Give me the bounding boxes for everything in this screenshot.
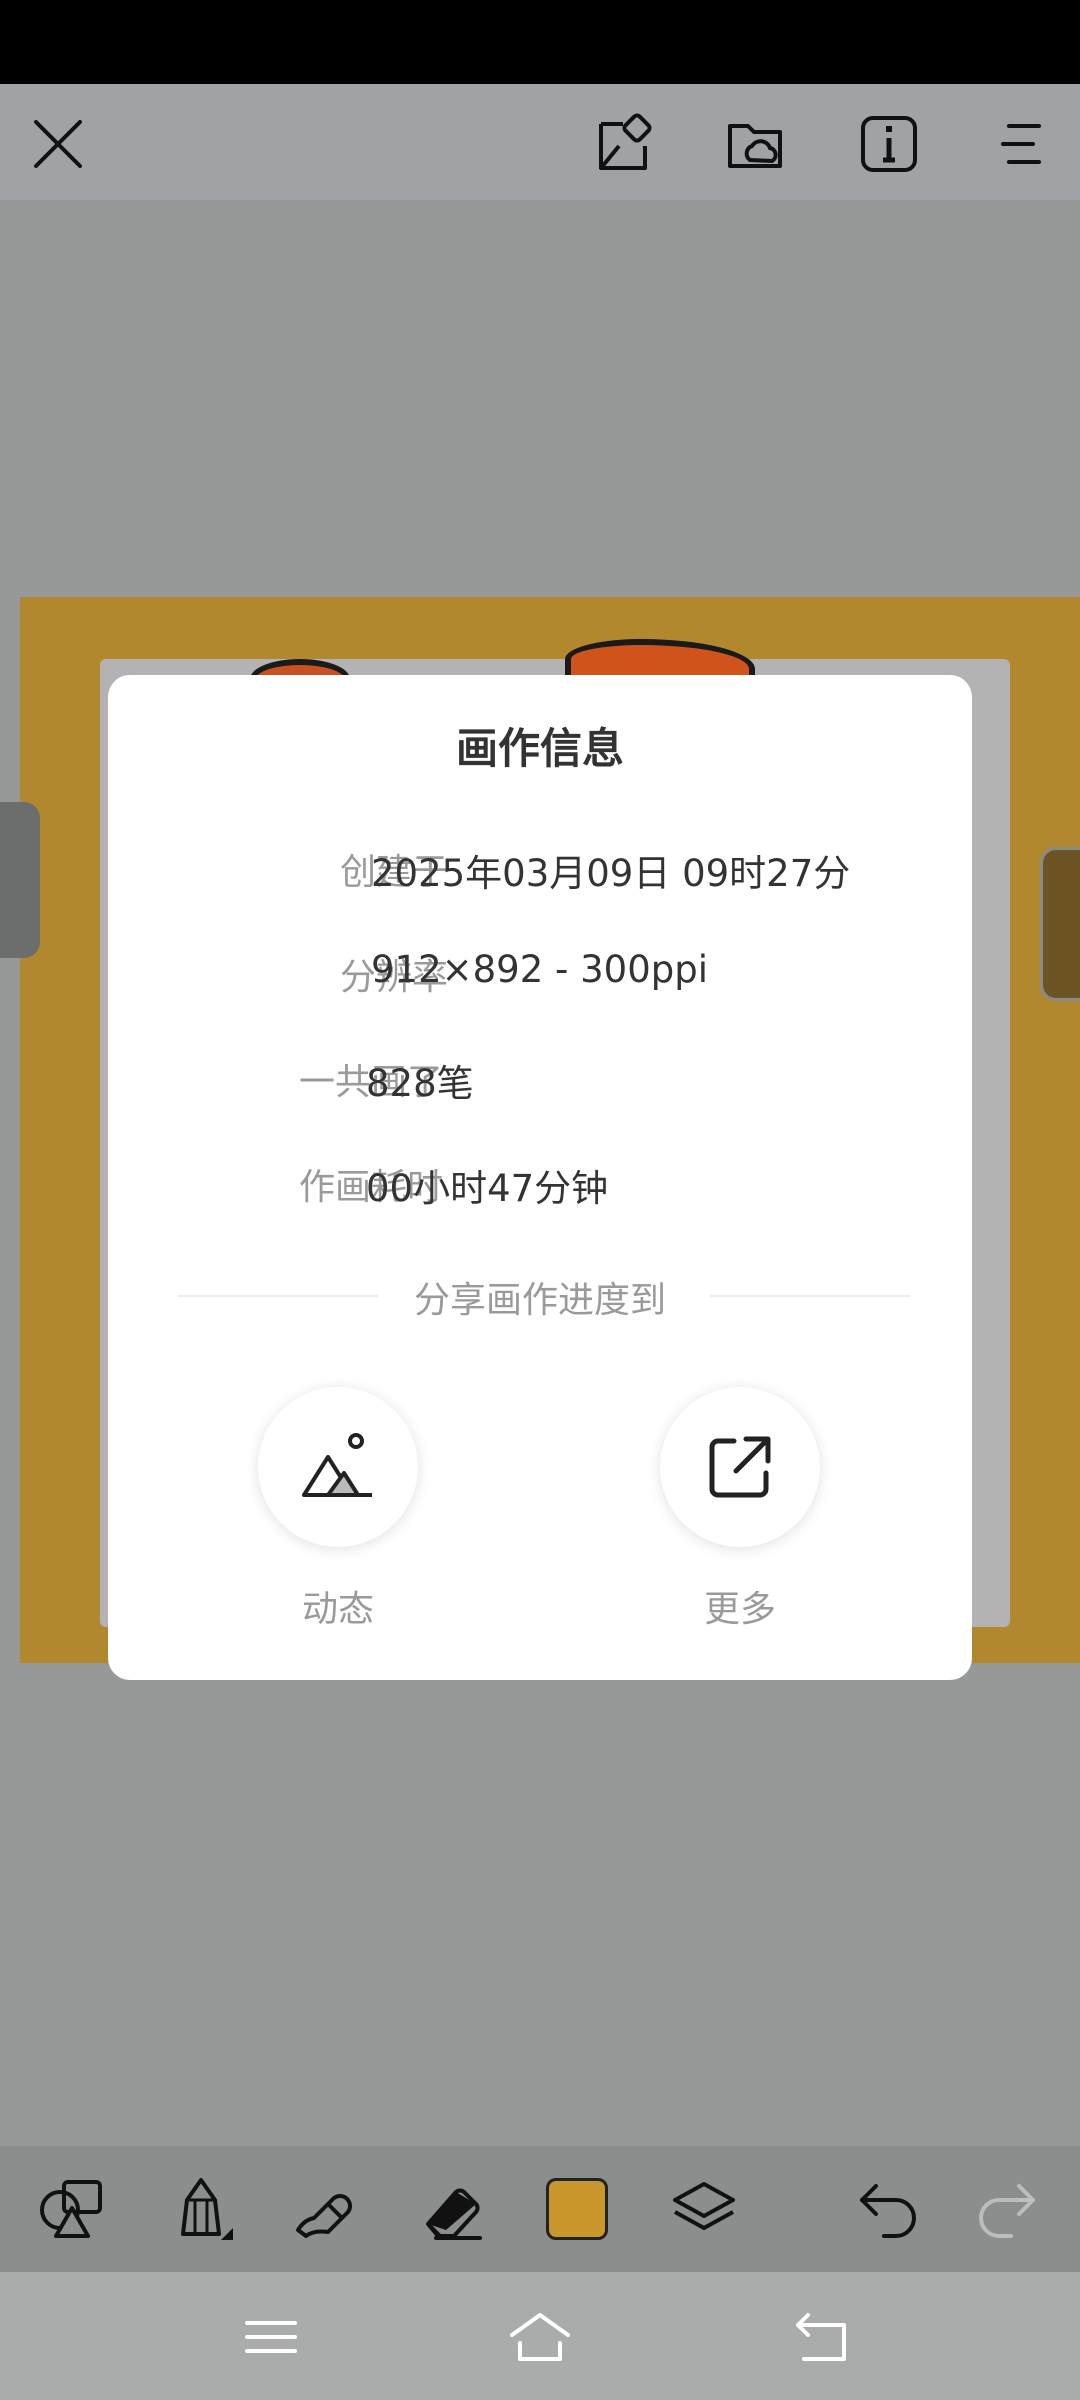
undo-icon[interactable] (849, 2169, 929, 2249)
external-share-icon (709, 1436, 771, 1498)
pencil-icon[interactable] (160, 2169, 240, 2249)
info-row-created: 创建于 2025年03月09日 09时27分 (108, 843, 972, 903)
share-more-button[interactable] (660, 1387, 820, 1547)
dialog-title: 画作信息 (455, 724, 624, 773)
shapes-icon[interactable] (33, 2169, 113, 2249)
share-feed-button[interactable] (258, 1387, 418, 1547)
color-swatch[interactable] (546, 2178, 608, 2240)
brush-size-slider[interactable] (0, 802, 40, 958)
share-more-label: 更多 (703, 1589, 776, 1630)
share-feed-label: 动态 (301, 1589, 374, 1630)
recents-icon[interactable] (231, 2302, 311, 2372)
system-nav-bar (0, 2272, 1080, 2400)
info-row-resolution: 分辨率 912×892 - 300ppi (108, 948, 972, 1008)
share-title: 分享画作进度到 (413, 1280, 666, 1321)
back-icon[interactable] (782, 2302, 862, 2372)
info-icon[interactable] (849, 104, 929, 184)
artwork-info-dialog: 画作信息 创建于 2025年03月09日 09时27分 分辨率 912×892 … (108, 675, 972, 1680)
menu-icon[interactable] (981, 104, 1061, 184)
eraser-icon[interactable] (411, 2169, 491, 2249)
smudge-icon[interactable] (285, 2169, 365, 2249)
info-row-strokes: 一共画了 828笔 (108, 1053, 972, 1113)
info-value: 2025年03月09日 09时27分 (371, 852, 851, 895)
opacity-slider[interactable] (1040, 847, 1080, 1001)
info-value: 00小时47分钟 (366, 1167, 609, 1210)
bottom-toolbar (0, 2146, 1080, 2272)
mountain-image-icon (302, 1433, 372, 1497)
top-bar (0, 84, 1080, 200)
info-row-time: 作画耗时 00小时47分钟 (108, 1158, 972, 1218)
info-value: 912×892 - 300ppi (371, 948, 708, 991)
redo-icon[interactable] (966, 2169, 1046, 2249)
close-icon[interactable] (18, 104, 98, 184)
home-icon[interactable] (500, 2302, 580, 2372)
edit-file-icon[interactable] (585, 104, 665, 184)
info-value: 828笔 (366, 1062, 474, 1105)
layers-icon[interactable] (664, 2169, 744, 2249)
cloud-folder-icon[interactable] (716, 104, 796, 184)
status-bar (0, 0, 1080, 84)
